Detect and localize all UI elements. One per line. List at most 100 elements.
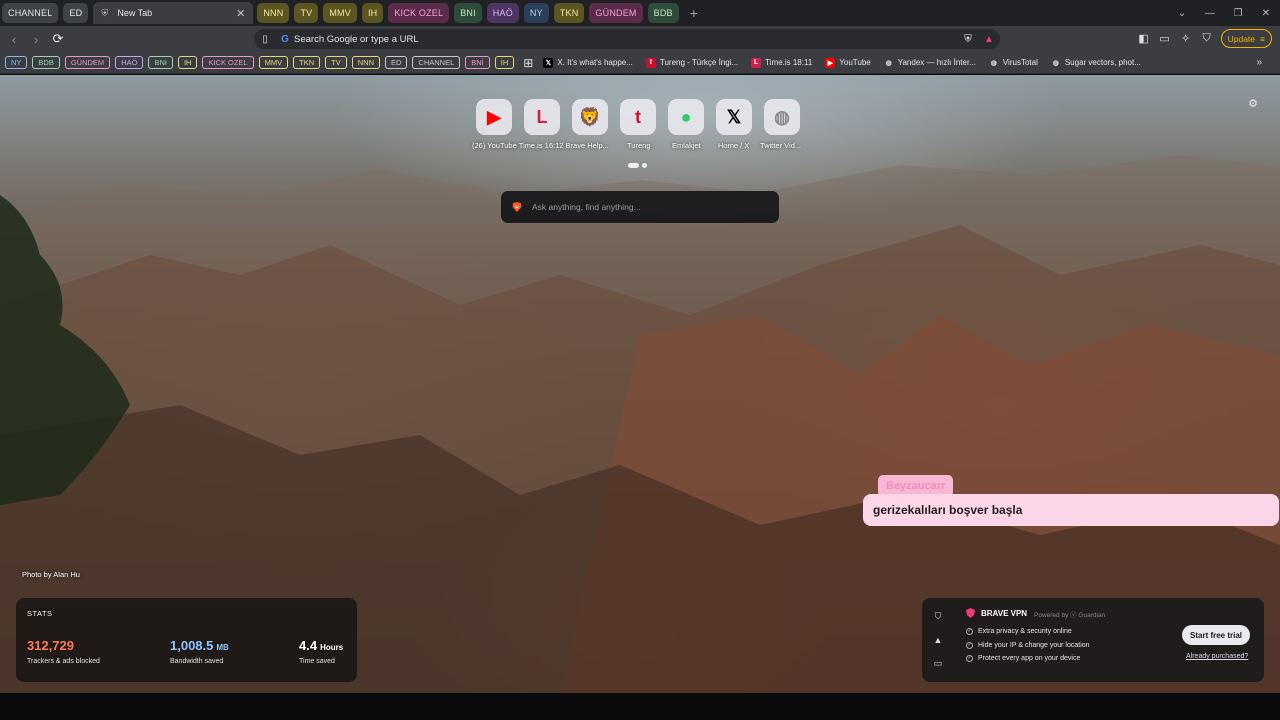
x-icon: 𝕏 [716, 99, 752, 135]
bookmark-folder-bni[interactable]: BNI [148, 56, 173, 69]
trackers-value: 312,729 [27, 638, 74, 653]
brave-lion-icon [512, 202, 522, 212]
chat-message: gerizekalıları boşver başla [863, 494, 1279, 526]
bookmark-folder-g-ndem[interactable]: GÜNDEM [64, 56, 111, 69]
rewards-widget-icon[interactable]: ▲ [934, 635, 943, 645]
emlakjet-tile[interactable]: ● [666, 99, 706, 135]
tab-group-mmv[interactable]: MMV [323, 3, 357, 23]
photo-credit[interactable]: Photo by Alan Hu [22, 570, 80, 579]
top-sites: ▶ L 🦁 t ● 𝕏 ◍ [474, 99, 802, 135]
top-site-label-twitter: Twitter Vid... [760, 141, 802, 150]
wallet-icon[interactable]: ▭ [1158, 32, 1172, 45]
bookmark-link[interactable]: ◍ VirusTotal [988, 57, 1038, 68]
close-tab-icon[interactable]: ✕ [236, 7, 245, 20]
bookmark-folder-kick-ozel[interactable]: KICK OZEL [202, 56, 254, 69]
url-input[interactable]: Search Google or type a URL [294, 34, 958, 45]
google-icon: G [281, 33, 289, 45]
bookmark-link[interactable]: ◍ Yandex — hızlı İnter... [883, 57, 976, 68]
bookmark-folder-tv[interactable]: TV [325, 56, 347, 69]
bookmarks-bar: NY BDB GÜNDEM HAÖ BNI IH KICK OZEL MMV TKN TV NNN E… [0, 52, 1280, 74]
address-bar[interactable]: ▯ G Search Google or type a URL ⛨ ▲ [254, 29, 1000, 49]
tab-group-ha[interactable]: HAÖ [486, 3, 519, 23]
new-tab-page: ▶ L 🦁 t ● 𝕏 ◍ (26) YouTube Time.is 16:12 Brave… [0, 75, 1280, 693]
bookmark-link[interactable]: t Tureng - Türkçe İngi... [645, 57, 738, 68]
tab-group-bni[interactable]: BNI [454, 3, 482, 23]
tab-title: New Tab [117, 8, 153, 18]
tab-group-g-ndem[interactable]: GÜNDEM [589, 3, 643, 23]
vpn-widget-icon[interactable]: ⛉ [935, 611, 942, 622]
more-bookmarks-icon[interactable]: » [1256, 57, 1262, 68]
bookmark-label: YouTube [839, 58, 871, 67]
minimize-icon[interactable]: — [1196, 8, 1224, 19]
tab-search-icon[interactable]: ⌄ [1168, 8, 1196, 19]
top-sites-pager [628, 163, 647, 168]
tab-group-ed[interactable]: ED [63, 3, 89, 23]
bookmark-folder-ny[interactable]: NY [5, 56, 28, 69]
new-tab-button[interactable]: + [690, 5, 698, 21]
update-button[interactable]: Update ≡ [1220, 29, 1272, 48]
youtube-tile[interactable]: ▶ [474, 99, 514, 135]
tab-group-tv[interactable]: TV [294, 3, 319, 23]
bookmark-folder-ih[interactable]: IH [177, 56, 198, 69]
bookmark-folder-nnn[interactable]: NNN [351, 56, 380, 69]
already-purchased-link[interactable]: Already purchased? [1186, 653, 1248, 660]
pager-dot[interactable] [642, 163, 647, 168]
bookmark-label: Sugar vectors, phot... [1064, 58, 1141, 67]
tab-group-ih[interactable]: IH [361, 3, 384, 23]
top-site-label-tureng: Tureng [627, 141, 651, 150]
start-free-trial-button[interactable]: Start free trial [1182, 625, 1251, 645]
bookmark-folder-bni[interactable]: BNİ [465, 56, 490, 69]
tab-group-kick-ozel[interactable]: KICK OZEL [388, 3, 450, 23]
bookmark-link[interactable]: 𝕏 X. It's what's happe... [543, 57, 633, 68]
close-window-icon[interactable]: ✕ [1252, 8, 1280, 19]
brave-tile[interactable]: 🦁 [570, 99, 610, 135]
back-icon[interactable]: ‹ [3, 32, 25, 47]
tab-group-bdb[interactable]: BDB [647, 3, 679, 23]
stats-panel: STATS 312,729 Trackers & ads blocked 1,0… [16, 598, 357, 682]
tab-group-tkn[interactable]: TKN [553, 3, 585, 23]
tab-group-ny[interactable]: NY [523, 3, 549, 23]
bookmark-folder-bdb[interactable]: BDB [32, 56, 60, 69]
tab-new-tab[interactable]: ⛨ New Tab ✕ [93, 2, 254, 24]
brave-rewards-icon[interactable]: ▲ [978, 34, 1000, 45]
search-box[interactable]: Ask anything, find anything... [501, 191, 779, 223]
news-widget-icon[interactable]: ▭ [934, 658, 943, 669]
bookmark-icon[interactable]: ▯ [254, 34, 276, 45]
vpn-feature-label: Protect every app on your device [978, 655, 1081, 663]
pager-dot-active[interactable] [628, 163, 639, 168]
update-label: Update [1227, 33, 1256, 44]
time-label: Time saved [299, 658, 335, 665]
forward-icon[interactable]: › [25, 32, 47, 47]
sidebar-icon[interactable]: ◧ [1137, 32, 1151, 45]
restore-icon[interactable]: ❐ [1224, 8, 1252, 19]
bookmark-folder-mmv[interactable]: MMV [258, 56, 289, 69]
tureng-icon: t [645, 57, 656, 68]
top-site-label-emlakjet: Emlakjet [672, 141, 701, 150]
customize-gear-icon[interactable]: ⚙ [1248, 97, 1258, 110]
vpn-icon[interactable]: ⛉ [1200, 32, 1214, 45]
brave-shields-icon[interactable]: ⛨ [958, 34, 978, 45]
bookmark-folder-ed[interactable]: ED [385, 56, 408, 69]
twitter-video-tile[interactable]: ◍ [762, 99, 802, 135]
timeis-tile[interactable]: L [522, 99, 562, 135]
vpn-title-row: BRAVE VPN [966, 608, 1027, 618]
tab-group-channel[interactable]: CHANNEL [2, 3, 59, 23]
reload-icon[interactable]: ⟳ [47, 31, 69, 47]
tureng-tile[interactable]: t [618, 99, 658, 135]
bookmark-folder-ha[interactable]: HAÖ [115, 56, 144, 69]
taskbar-strip [0, 693, 1280, 720]
bookmark-link[interactable]: ◍ Sugar vectors, phot... [1050, 57, 1141, 68]
x-tile[interactable]: 𝕏 [714, 99, 754, 135]
bookmark-link[interactable]: ▶ YouTube [825, 57, 871, 68]
bookmark-folder-i-h[interactable]: İH [494, 56, 515, 69]
tab-group-nnn[interactable]: NNN [257, 3, 290, 23]
apps-grid-icon[interactable]: ⊞ [523, 56, 533, 70]
bookmark-link[interactable]: L Time.is 18:11 [751, 57, 812, 68]
bookmark-folder-channel[interactable]: CHANNEL [412, 56, 461, 69]
globe-icon: ◍ [1050, 57, 1061, 68]
emlakjet-icon: ● [668, 99, 704, 135]
tab-strip: CHANNEL ED ⛨ New Tab ✕ NNN TV MMV IH KICK OZE… [0, 0, 1280, 26]
stat-trackers: 312,729 Trackers & ads blocked [27, 637, 100, 665]
leo-ai-icon[interactable]: ✧ [1179, 32, 1193, 45]
bookmark-folder-tkn[interactable]: TKN [293, 56, 321, 69]
